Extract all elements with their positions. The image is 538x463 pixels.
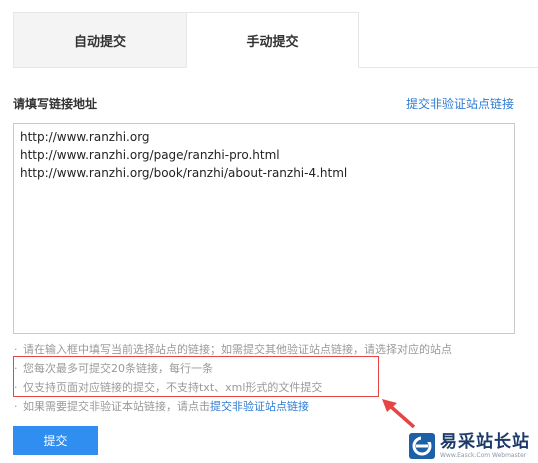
watermark-title: 易采站长站 [440,431,530,452]
url-input[interactable]: http://www.ranzhi.org http://www.ranzhi.… [13,123,515,334]
tab-manual-submit[interactable]: 手动提交 [186,12,359,68]
watermark: 易采站长站 Www.Easck.Com Webmaster [406,428,538,463]
highlight-annotation-box [13,356,379,397]
hint-unverified: 如果需要提交非验证本站链接，请点击提交非验证站点链接 [13,397,523,416]
annotation-arrow-icon [382,399,416,429]
watermark-subtitle: Www.Easck.Com Webmaster [440,451,527,459]
hint-unverified-link[interactable]: 提交非验证站点链接 [210,400,309,413]
tab-auto-submit[interactable]: 自动提交 [13,12,186,68]
submission-tabs: 自动提交 手动提交 [13,12,538,68]
submit-button[interactable]: 提交 [13,426,98,455]
url-field-label: 请填写链接地址 [13,97,98,111]
watermark-logo-icon [409,432,435,459]
hint-unverified-text: 如果需要提交非验证本站链接，请点击 [23,400,210,413]
url-label-row: 请填写链接地址 提交非验证站点链接 [13,95,514,111]
watermark-text: 易采站长站 Www.Easck.Com Webmaster [440,432,530,460]
submit-unverified-site-link[interactable]: 提交非验证站点链接 [406,95,514,112]
